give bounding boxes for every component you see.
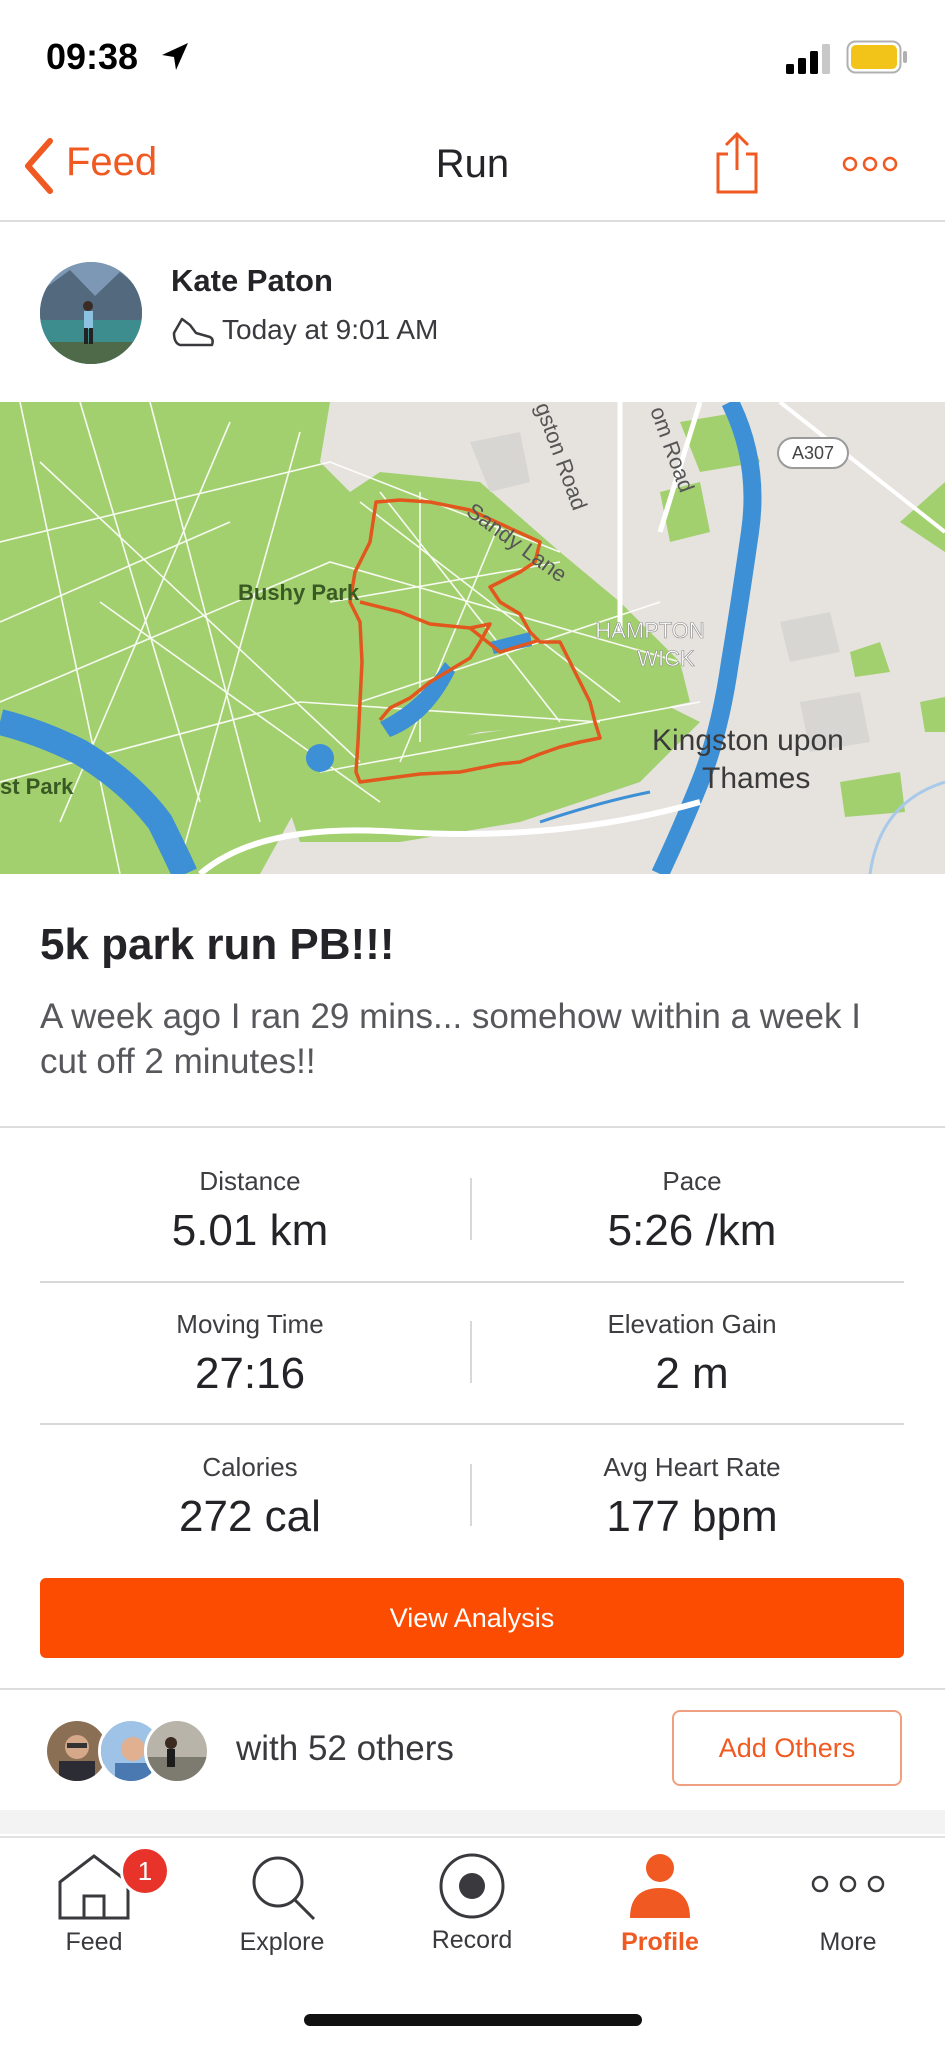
page-title: Run <box>435 142 510 186</box>
stat-elevation-label: Elevation Gain <box>607 1309 777 1339</box>
map-label-wick: WICK <box>637 646 695 671</box>
record-icon <box>439 1853 505 1919</box>
stat-heart-rate-value: 177 bpm <box>606 1492 778 1541</box>
map-label-kingston2: Thames <box>702 762 810 795</box>
stat-elevation-value: 2 m <box>655 1349 729 1398</box>
home-indicator[interactable] <box>304 2014 642 2026</box>
tab-record[interactable] <box>402 1852 542 1922</box>
stat-row-divider <box>40 1281 904 1283</box>
notification-badge: 1 <box>120 1846 170 1896</box>
stat-distance-label: Distance <box>199 1166 301 1196</box>
tab-more[interactable] <box>778 1852 918 1922</box>
profile-icon <box>630 1854 690 1918</box>
section-divider <box>0 1688 945 1690</box>
stat-pace-value: 5:26 /km <box>607 1206 777 1255</box>
location-arrow-icon <box>162 43 188 70</box>
route-map[interactable]: Bushy Park Sandy Lane gston Road om Road… <box>0 402 945 874</box>
battery-icon <box>846 40 907 74</box>
tab-explore[interactable] <box>212 1852 352 1922</box>
stat-heart-rate-label: Avg Heart Rate <box>603 1452 781 1482</box>
map-label-bushy-park: Bushy Park <box>238 580 360 605</box>
run-shoe-icon <box>172 317 214 347</box>
stat-calories-label: Calories <box>202 1452 298 1482</box>
athlete-name[interactable]: Kate Paton <box>171 263 333 299</box>
group-with-text[interactable]: with 52 others <box>236 1729 454 1769</box>
section-divider <box>0 1126 945 1128</box>
signal-icon <box>786 44 830 74</box>
feed-separator-strip <box>0 1810 945 1834</box>
nav-divider <box>0 220 945 222</box>
map-label-hampton: HAMPTON <box>595 618 705 643</box>
tab-profile-label[interactable]: Profile <box>590 1928 730 1957</box>
map-label-park-left: st Park <box>0 774 74 799</box>
stat-distance-value: 5.01 km <box>171 1206 329 1255</box>
more-options-icon[interactable] <box>842 154 898 174</box>
stat-row-divider <box>40 1423 904 1425</box>
stat-pace-label: Pace <box>662 1166 722 1196</box>
activity-title: 5k park run PB!!! <box>40 920 395 969</box>
group-avatar[interactable] <box>144 1718 210 1784</box>
tab-feed-label[interactable]: Feed <box>24 1928 164 1957</box>
stat-calories-value: 272 cal <box>179 1492 321 1541</box>
add-others-button[interactable]: Add Others <box>672 1710 902 1786</box>
tab-record-label[interactable]: Record <box>402 1926 542 1955</box>
map-canvas: Bushy Park Sandy Lane gston Road om Road… <box>0 402 945 874</box>
view-analysis-button[interactable]: View Analysis <box>40 1578 904 1658</box>
athlete-avatar[interactable] <box>40 262 142 364</box>
tab-explore-label[interactable]: Explore <box>212 1928 352 1957</box>
search-icon <box>252 1856 316 1921</box>
map-label-a307: A307 <box>792 443 834 463</box>
avatar-photo <box>40 262 142 364</box>
stat-moving-time-label: Moving Time <box>176 1309 324 1339</box>
map-label-kingston1: Kingston upon <box>652 724 844 757</box>
status-time: 09:38 <box>46 36 139 77</box>
share-icon[interactable] <box>712 130 762 196</box>
group-avatar-photo <box>147 1721 207 1781</box>
tab-more-label[interactable]: More <box>778 1928 918 1957</box>
more-dots-icon <box>811 1875 885 1893</box>
activity-timestamp: Today at 9:01 AM <box>222 314 439 345</box>
activity-description: A week ago I ran 29 mins... somehow with… <box>40 997 861 1081</box>
tab-profile[interactable] <box>590 1852 730 1922</box>
stat-moving-time-value: 27:16 <box>194 1349 306 1398</box>
